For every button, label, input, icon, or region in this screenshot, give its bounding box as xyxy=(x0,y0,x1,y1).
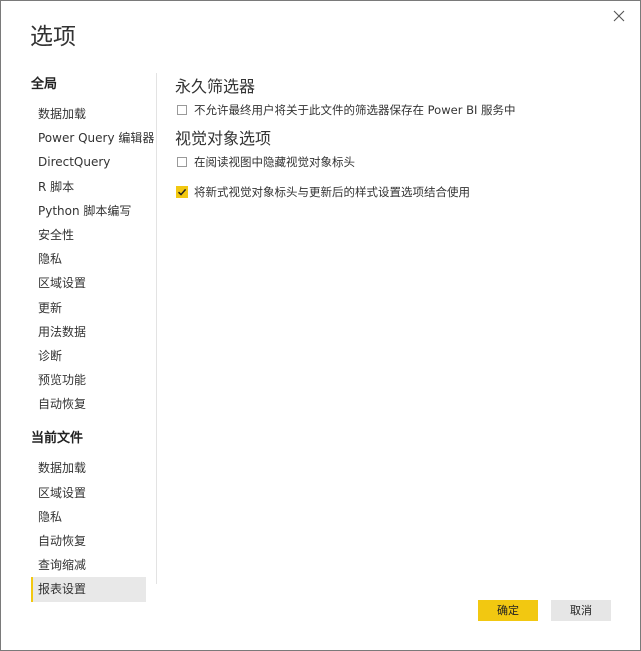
new-header-label: 将新式视觉对象标头与更新后的样式设置选项结合使用 xyxy=(194,185,470,199)
hide-header-option[interactable]: 在阅读视图中隐藏视觉对象标头 xyxy=(175,152,615,172)
file-item[interactable]: 报表设置 xyxy=(31,577,146,602)
checkmark-icon xyxy=(177,188,187,196)
ok-button[interactable]: 确定 xyxy=(478,600,538,621)
global-list: 数据加载 Power Query 编辑器 DirectQuery R 脚本 Python… xyxy=(31,102,155,416)
global-item[interactable]: Python 脚本编写 xyxy=(31,199,155,223)
global-item[interactable]: 更新 xyxy=(31,296,155,320)
global-item[interactable]: 用法数据 xyxy=(31,320,155,344)
global-item[interactable]: DirectQuery xyxy=(31,150,155,174)
close-icon[interactable] xyxy=(610,7,628,25)
global-item[interactable]: 自动恢复 xyxy=(31,392,155,416)
sidebar-divider xyxy=(156,73,157,584)
new-header-checkbox[interactable] xyxy=(176,186,188,198)
global-item[interactable]: Power Query 编辑器 xyxy=(31,126,155,150)
settings-panel: 永久筛选器 不允许最终用户将关于此文件的筛选器保存在 Power BI 服务中 … xyxy=(175,75,615,202)
global-item[interactable]: 数据加载 xyxy=(31,102,155,126)
options-sidebar: 全局 数据加载 Power Query 编辑器 DirectQuery R 脚本 Pyt… xyxy=(31,74,155,602)
file-item[interactable]: 数据加载 xyxy=(31,456,155,480)
dialog-title: 选项 xyxy=(30,24,76,50)
persistent-filters-title: 永久筛选器 xyxy=(175,77,256,96)
options-dialog: 选项 全局 数据加载 Power Query 编辑器 DirectQuery R 脚本… xyxy=(0,0,641,651)
visual-options-title: 视觉对象选项 xyxy=(175,129,272,148)
current-file-group-title: 当前文件 xyxy=(31,431,84,447)
persistent-filters-option[interactable]: 不允许最终用户将关于此文件的筛选器保存在 Power BI 服务中 xyxy=(175,100,615,120)
global-group-title: 全局 xyxy=(31,77,58,92)
global-item[interactable]: 诊断 xyxy=(31,344,155,368)
file-item[interactable]: 隐私 xyxy=(31,505,155,529)
hide-header-checkbox[interactable] xyxy=(177,157,187,167)
global-item[interactable]: 隐私 xyxy=(31,247,155,271)
hide-header-label: 在阅读视图中隐藏视觉对象标头 xyxy=(194,155,355,169)
current-file-list: 数据加载 区域设置 隐私 自动恢复 查询缩减 报表设置 xyxy=(31,456,155,602)
global-item[interactable]: R 脚本 xyxy=(31,175,155,199)
file-item[interactable]: 自动恢复 xyxy=(31,529,155,553)
global-item[interactable]: 预览功能 xyxy=(31,368,155,392)
global-item[interactable]: 区域设置 xyxy=(31,271,155,295)
cancel-button[interactable]: 取消 xyxy=(551,600,611,621)
persistent-filters-checkbox[interactable] xyxy=(177,105,187,115)
file-item[interactable]: 查询缩减 xyxy=(31,553,155,577)
new-header-option[interactable]: 将新式视觉对象标头与更新后的样式设置选项结合使用 xyxy=(175,182,615,202)
global-item[interactable]: 安全性 xyxy=(31,223,155,247)
file-item[interactable]: 区域设置 xyxy=(31,481,155,505)
persistent-filters-label: 不允许最终用户将关于此文件的筛选器保存在 Power BI 服务中 xyxy=(194,103,516,117)
